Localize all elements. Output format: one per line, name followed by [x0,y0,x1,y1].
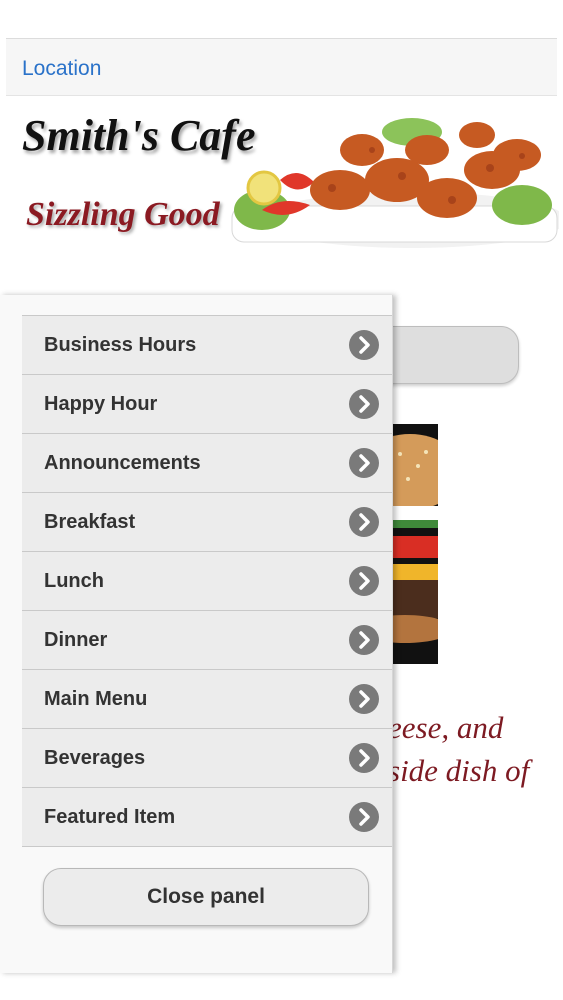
chevron-right-icon [349,389,379,419]
menu-item-label: Featured Item [44,806,176,828]
menu-item-dinner[interactable]: Dinner [22,611,392,670]
panel-menu: Business Hours Happy Hour Announcements … [22,315,392,847]
menu-item-label: Happy Hour [44,393,158,415]
menu-item-label: Beverages [44,747,146,769]
chevron-right-icon [349,684,379,714]
chevron-right-icon [349,330,379,360]
chevron-right-icon [349,802,379,832]
menu-item-announcements[interactable]: Announcements [22,434,392,493]
menu-item-main-menu[interactable]: Main Menu [22,670,392,729]
menu-item-label: Announcements [44,452,201,474]
chevron-right-icon [349,507,379,537]
menu-item-featured-item[interactable]: Featured Item [22,788,392,847]
chevron-right-icon [349,448,379,478]
chevron-right-icon [349,625,379,655]
menu-item-label: Business Hours [44,334,197,356]
background-text-line: eese, and [388,710,504,745]
chevron-right-icon [349,743,379,773]
close-panel-button[interactable]: Close panel [43,868,369,926]
menu-item-label: Dinner [44,629,108,651]
menu-item-business-hours[interactable]: Business Hours [22,316,392,375]
menu-item-breakfast[interactable]: Breakfast [22,493,392,552]
menu-item-label: Main Menu [44,688,148,710]
menu-item-beverages[interactable]: Beverages [22,729,392,788]
menu-item-lunch[interactable]: Lunch [22,552,392,611]
menu-item-label: Breakfast [44,511,136,533]
side-panel: Business Hours Happy Hour Announcements … [0,295,393,973]
background-text-line: side dish of [388,753,530,788]
chevron-right-icon [349,566,379,596]
menu-item-label: Lunch [44,570,104,592]
menu-item-happy-hour[interactable]: Happy Hour [22,375,392,434]
